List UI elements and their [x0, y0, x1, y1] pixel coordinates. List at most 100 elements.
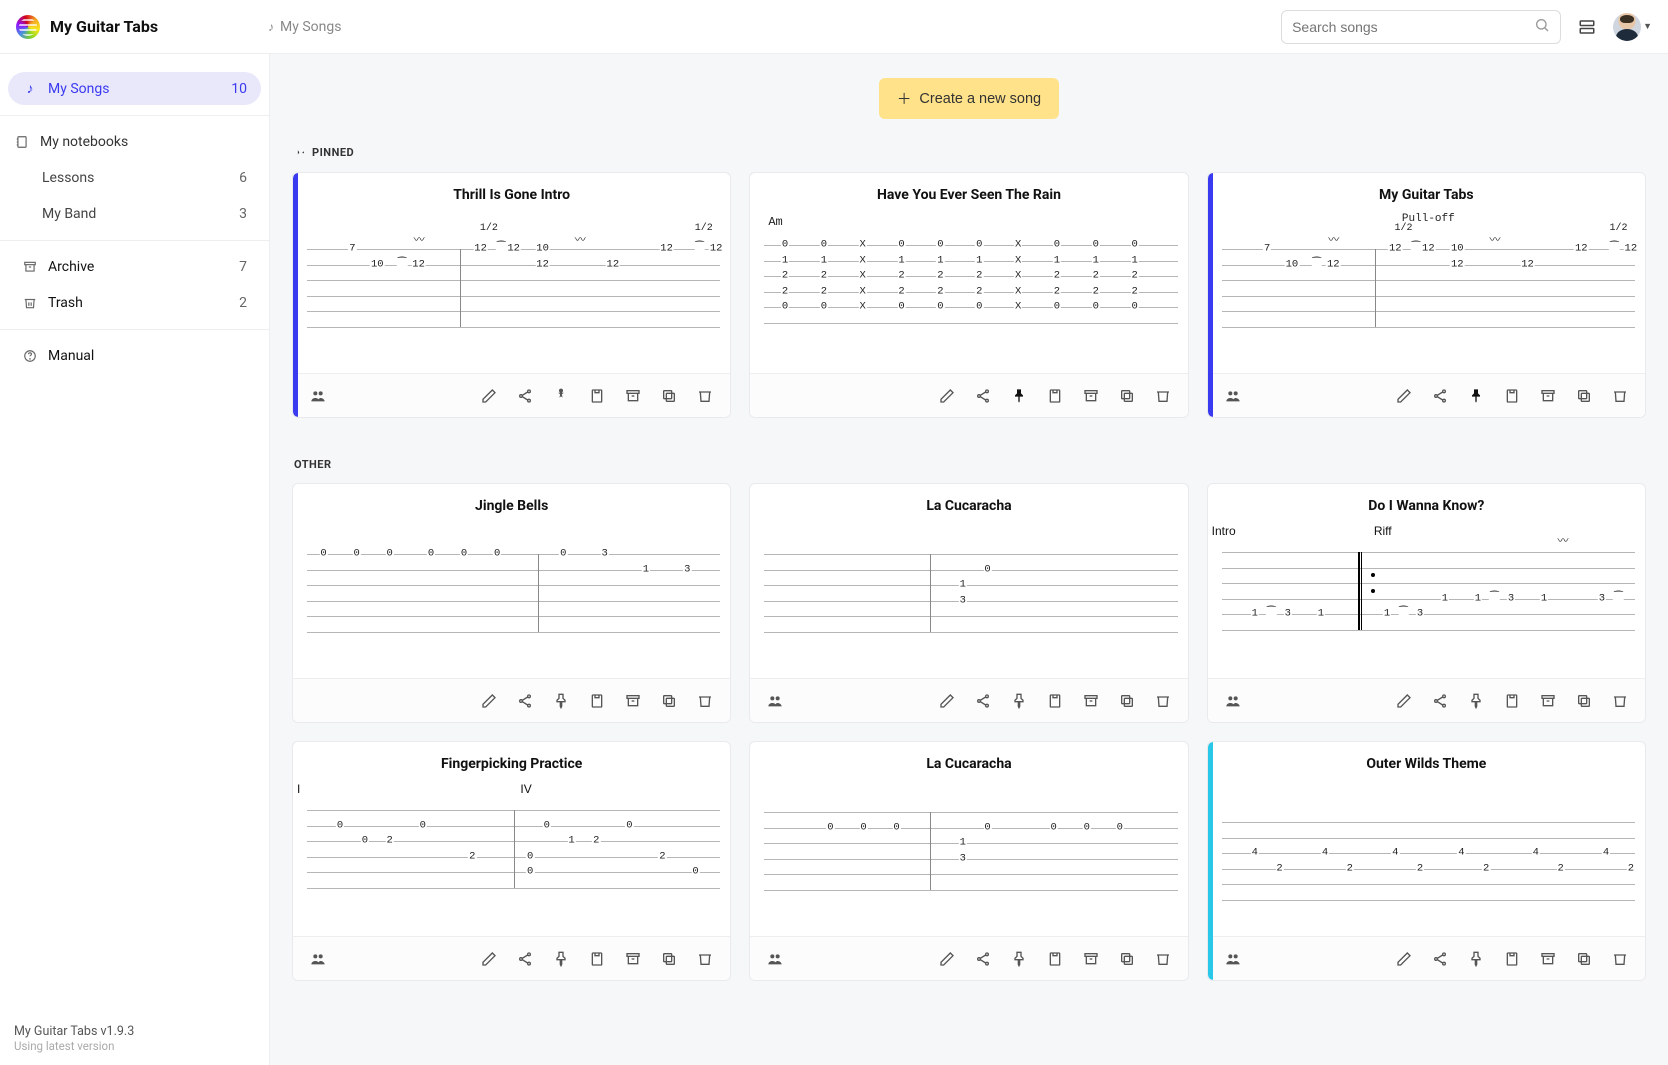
edit-icon[interactable]	[1391, 688, 1417, 714]
archive-icon[interactable]	[620, 688, 646, 714]
export-icon[interactable]	[1042, 688, 1068, 714]
edit-icon[interactable]	[1391, 383, 1417, 409]
export-icon[interactable]	[584, 946, 610, 972]
trash-icon[interactable]	[1607, 688, 1633, 714]
archive-icon[interactable]	[1535, 383, 1561, 409]
export-icon[interactable]	[1499, 688, 1525, 714]
collaborators-icon[interactable]	[305, 946, 331, 972]
pin-icon[interactable]	[1006, 383, 1032, 409]
song-card[interactable]: La Cucaracha 0 1 3	[749, 483, 1188, 723]
archive-icon[interactable]	[1078, 383, 1104, 409]
share-icon[interactable]	[512, 383, 538, 409]
layout-toggle-icon[interactable]	[1573, 13, 1601, 41]
brand[interactable]: My Guitar Tabs	[16, 15, 256, 39]
pin-icon[interactable]	[1463, 688, 1489, 714]
archive-icon[interactable]	[1535, 688, 1561, 714]
notebook-icon	[14, 135, 30, 149]
share-icon[interactable]	[1427, 946, 1453, 972]
trash-icon[interactable]	[1607, 383, 1633, 409]
sidebar-item-archive[interactable]: Archive 7	[8, 251, 261, 283]
copy-icon[interactable]	[1571, 688, 1597, 714]
archive-icon[interactable]	[620, 383, 646, 409]
collaborators-icon[interactable]	[762, 946, 788, 972]
edit-icon[interactable]	[476, 688, 502, 714]
sidebar-item-lessons[interactable]: Lessons 6	[8, 162, 261, 194]
export-icon[interactable]	[1499, 946, 1525, 972]
collaborators-icon[interactable]	[1220, 383, 1246, 409]
search-box[interactable]	[1281, 10, 1561, 44]
export-icon[interactable]	[1042, 383, 1068, 409]
technique-label: Pull-off	[1222, 213, 1635, 227]
search-input[interactable]	[1292, 19, 1526, 35]
copy-icon[interactable]	[1114, 946, 1140, 972]
archive-icon[interactable]	[620, 946, 646, 972]
breadcrumb[interactable]: ♪ My Songs	[268, 19, 341, 35]
copy-icon[interactable]	[1571, 383, 1597, 409]
trash-icon[interactable]	[1150, 688, 1176, 714]
song-card[interactable]: Fingerpicking Practice I IV 00 02 2 00 1…	[292, 741, 731, 981]
song-card[interactable]: La Cucaracha 000 1 3 0 000	[749, 741, 1188, 981]
trash-icon[interactable]	[1607, 946, 1633, 972]
sidebar-item-manual[interactable]: Manual	[8, 340, 261, 372]
copy-icon[interactable]	[656, 946, 682, 972]
export-icon[interactable]	[1499, 383, 1525, 409]
section-label: IV	[520, 782, 531, 796]
pin-icon[interactable]	[548, 946, 574, 972]
edit-icon[interactable]	[934, 946, 960, 972]
pin-icon[interactable]	[548, 688, 574, 714]
copy-icon[interactable]	[656, 383, 682, 409]
song-card[interactable]: Do I Wanna Know? Intro Riff 〰 1⁀3 1 1⁀3	[1207, 483, 1646, 723]
create-song-button[interactable]: ＋ Create a new song	[879, 78, 1059, 119]
collaborators-icon[interactable]	[1220, 688, 1246, 714]
user-menu[interactable]: ▼	[1613, 13, 1652, 41]
trash-icon[interactable]	[1150, 946, 1176, 972]
archive-icon[interactable]	[1535, 946, 1561, 972]
collaborators-icon[interactable]	[1220, 946, 1246, 972]
song-card[interactable]: My Guitar Tabs Pull-off 1/2 1/2 〰 〰 7 10	[1207, 172, 1646, 418]
sidebar-item-trash[interactable]: Trash 2	[8, 287, 261, 319]
share-icon[interactable]	[970, 383, 996, 409]
share-icon[interactable]	[970, 946, 996, 972]
share-icon[interactable]	[1427, 383, 1453, 409]
trash-icon[interactable]	[692, 383, 718, 409]
archive-icon[interactable]	[1078, 946, 1104, 972]
song-card[interactable]: Jingle Bells 000 000 03 13	[292, 483, 731, 723]
share-icon[interactable]	[512, 688, 538, 714]
copy-icon[interactable]	[656, 688, 682, 714]
copy-icon[interactable]	[1114, 688, 1140, 714]
pin-icon[interactable]	[1463, 383, 1489, 409]
export-icon[interactable]	[1042, 946, 1068, 972]
share-icon[interactable]	[970, 688, 996, 714]
export-icon[interactable]	[584, 383, 610, 409]
edit-icon[interactable]	[476, 383, 502, 409]
sidebar-item-my-songs[interactable]: ♪ My Songs 10	[8, 72, 261, 105]
pin-icon[interactable]	[1006, 688, 1032, 714]
note-icon: ♪	[268, 20, 274, 34]
song-preview: Am 00X000X00011X111X11122X222X22222X222X…	[750, 207, 1187, 373]
edit-icon[interactable]	[1391, 946, 1417, 972]
pin-icon[interactable]	[548, 383, 574, 409]
trash-icon[interactable]	[692, 946, 718, 972]
edit-icon[interactable]	[934, 383, 960, 409]
collaborators-icon[interactable]	[762, 688, 788, 714]
pin-icon[interactable]	[1463, 946, 1489, 972]
export-icon[interactable]	[584, 688, 610, 714]
search-icon[interactable]	[1534, 17, 1550, 37]
song-card[interactable]: Thrill Is Gone Intro 1/2 1/2 〰 〰 7 10 ⁀	[292, 172, 731, 418]
trash-icon[interactable]	[1150, 383, 1176, 409]
pin-icon[interactable]	[1006, 946, 1032, 972]
collaborators-icon[interactable]	[305, 383, 331, 409]
trash-icon[interactable]	[692, 688, 718, 714]
archive-icon[interactable]	[1078, 688, 1104, 714]
song-card[interactable]: Outer Wilds Theme 42 42 42 42 42 42	[1207, 741, 1646, 981]
share-icon[interactable]	[1427, 688, 1453, 714]
copy-icon[interactable]	[1114, 383, 1140, 409]
sidebar-item-my-band[interactable]: My Band 3	[8, 198, 261, 230]
share-icon[interactable]	[512, 946, 538, 972]
edit-icon[interactable]	[476, 946, 502, 972]
copy-icon[interactable]	[1571, 946, 1597, 972]
edit-icon[interactable]	[934, 688, 960, 714]
sidebar-notebooks-header[interactable]: My notebooks	[0, 124, 269, 160]
song-card[interactable]: Have You Ever Seen The Rain Am 00X000X00…	[749, 172, 1188, 418]
pinned-label: PINNED	[312, 146, 354, 159]
